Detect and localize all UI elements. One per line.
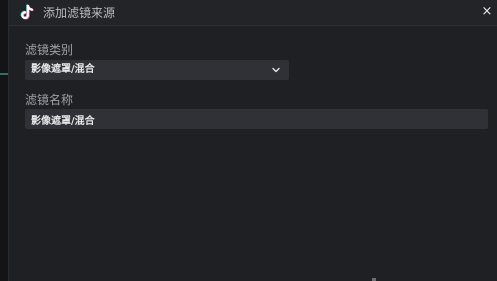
filter-name-label: 滤镜名称 xyxy=(25,93,74,107)
close-icon: × xyxy=(481,4,493,19)
filter-category-label: 滤镜类别 xyxy=(25,43,74,57)
filter-category-value: 影像遮罩/混合 xyxy=(31,64,95,75)
filter-category-select[interactable]: 影像遮罩/混合 xyxy=(25,60,289,80)
close-button[interactable]: × xyxy=(480,5,494,19)
dialog-title: 添加滤镜来源 xyxy=(43,6,116,20)
tiktok-logo-icon xyxy=(20,4,34,20)
add-filter-source-dialog: 添加滤镜来源 × 滤镜类别 影像遮罩/混合 滤镜名称 xyxy=(8,0,497,281)
screen: 添加滤镜来源 × 滤镜类别 影像遮罩/混合 滤镜名称 xyxy=(0,0,497,281)
dialog-titlebar: 添加滤镜来源 × xyxy=(9,0,497,26)
filter-name-input[interactable] xyxy=(25,109,488,129)
chevron-down-icon xyxy=(272,67,280,73)
